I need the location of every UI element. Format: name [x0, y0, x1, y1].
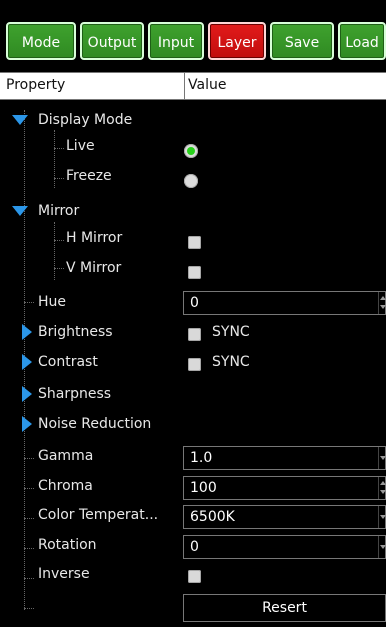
- display-mode-label: Display Mode: [38, 112, 133, 128]
- h-mirror-checkbox[interactable]: [188, 236, 201, 249]
- save-button[interactable]: Save: [270, 22, 334, 60]
- gamma-value: 1.0: [190, 450, 213, 466]
- inverse-label: Inverse: [38, 566, 90, 582]
- mode-button[interactable]: Mode: [6, 22, 76, 60]
- load-button[interactable]: Load: [338, 22, 386, 60]
- layer-button[interactable]: Layer: [208, 22, 266, 60]
- tree-branch: [24, 578, 34, 579]
- contrast-label: Contrast: [38, 354, 98, 370]
- chroma-spinner-icon[interactable]: [378, 477, 386, 499]
- hue-label: Hue: [38, 294, 67, 310]
- brightness-sync-checkbox[interactable]: [188, 328, 201, 341]
- v-mirror-checkbox[interactable]: [188, 266, 201, 279]
- tree-branch: [54, 240, 64, 241]
- freeze-label: Freeze: [66, 168, 112, 184]
- inverse-checkbox[interactable]: [188, 570, 201, 583]
- tree-branch: [24, 608, 34, 609]
- column-divider[interactable]: [184, 73, 185, 99]
- tree-branch: [24, 518, 34, 519]
- color-temperature-label: Color Temperat...: [38, 507, 159, 523]
- tree-branch: [54, 148, 64, 149]
- chroma-input[interactable]: 100: [183, 476, 386, 500]
- brightness-label: Brightness: [38, 324, 113, 340]
- tree-branch: [54, 178, 64, 179]
- tree-guide-line: [54, 222, 55, 280]
- expand-arrow-icon[interactable]: [12, 206, 28, 216]
- tree-branch: [24, 458, 34, 459]
- contrast-sync-checkbox[interactable]: [188, 358, 201, 371]
- freeze-radio[interactable]: [184, 174, 198, 188]
- chroma-value: 100: [190, 480, 217, 496]
- tree-branch: [24, 548, 34, 549]
- chevron-down-icon[interactable]: [378, 447, 386, 469]
- tree-branch: [54, 268, 64, 269]
- input-button[interactable]: Input: [148, 22, 204, 60]
- chevron-down-icon[interactable]: [378, 506, 386, 528]
- brightness-sync-label: SYNC: [212, 324, 250, 340]
- chroma-label: Chroma: [38, 478, 93, 494]
- expand-arrow-icon[interactable]: [22, 324, 32, 340]
- hue-input[interactable]: 0: [183, 291, 386, 315]
- color-temperature-value: 6500K: [190, 509, 235, 525]
- expand-arrow-icon[interactable]: [22, 354, 32, 370]
- live-radio[interactable]: [184, 144, 198, 158]
- color-temperature-dropdown[interactable]: 6500K: [183, 505, 386, 529]
- property-grid-header: Property Value: [0, 72, 386, 100]
- expand-arrow-icon[interactable]: [12, 115, 28, 125]
- noise-reduction-label: Noise Reduction: [38, 416, 152, 432]
- gamma-label: Gamma: [38, 448, 94, 464]
- top-toolbar: Mode Output Input Layer Save Load: [0, 0, 386, 72]
- expand-arrow-icon[interactable]: [22, 386, 32, 402]
- h-mirror-label: H Mirror: [66, 230, 123, 246]
- rotation-value: 0: [190, 539, 199, 555]
- property-column-header: Property: [6, 77, 66, 93]
- v-mirror-label: V Mirror: [66, 260, 122, 276]
- value-column-header: Value: [188, 77, 227, 93]
- gamma-dropdown[interactable]: 1.0: [183, 446, 386, 470]
- tree-branch: [24, 488, 34, 489]
- mirror-label: Mirror: [38, 203, 80, 219]
- rotation-dropdown[interactable]: 0: [183, 535, 386, 559]
- contrast-sync-label: SYNC: [212, 354, 250, 370]
- output-button[interactable]: Output: [80, 22, 144, 60]
- sharpness-label: Sharpness: [38, 386, 112, 402]
- reset-button[interactable]: Resert: [183, 594, 386, 622]
- live-label: Live: [66, 138, 95, 154]
- hue-value: 0: [190, 295, 199, 311]
- expand-arrow-icon[interactable]: [22, 416, 32, 432]
- hue-spinner-icon[interactable]: [378, 292, 386, 314]
- chevron-down-icon[interactable]: [378, 536, 386, 558]
- rotation-label: Rotation: [38, 537, 97, 553]
- tree-branch: [24, 302, 34, 303]
- tree-guide-line: [54, 130, 55, 188]
- property-grid-body: Display Mode Live Freeze Mirror H Mirror…: [0, 100, 386, 627]
- layer-properties-panel: Mode Output Input Layer Save Load Proper…: [0, 0, 386, 627]
